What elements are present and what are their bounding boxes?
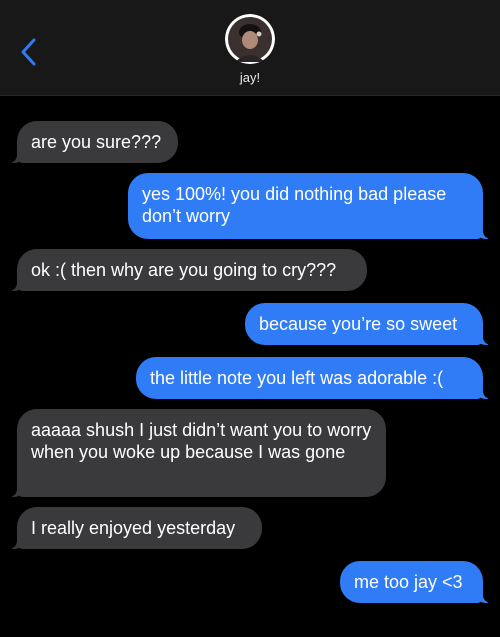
back-button[interactable] [14, 32, 46, 72]
message-bubble-sent[interactable]: yes 100%! you did nothing bad please don… [128, 173, 493, 239]
conversation-header: jay! [0, 0, 500, 96]
chevron-left-icon [21, 38, 36, 66]
contact-avatar[interactable] [225, 14, 275, 64]
avatar-photo [225, 14, 275, 64]
message-bubble-received[interactable]: are you sure??? [7, 121, 178, 163]
message-bubble-sent[interactable]: because you’re so sweet [245, 303, 493, 345]
message-bubble-received[interactable]: aaaaa shush I just didn’t want you to wo… [7, 409, 386, 497]
message-bubble-received[interactable]: ok :( then why are you going to cry??? [7, 249, 367, 291]
contact-name[interactable]: jay! [0, 70, 500, 85]
message-bubble-sent[interactable]: me too jay <3 [340, 561, 493, 603]
message-bubble-received[interactable]: I really enjoyed yesterday [7, 507, 262, 549]
message-bubble-sent[interactable]: the little note you left was adorable :( [136, 357, 493, 399]
